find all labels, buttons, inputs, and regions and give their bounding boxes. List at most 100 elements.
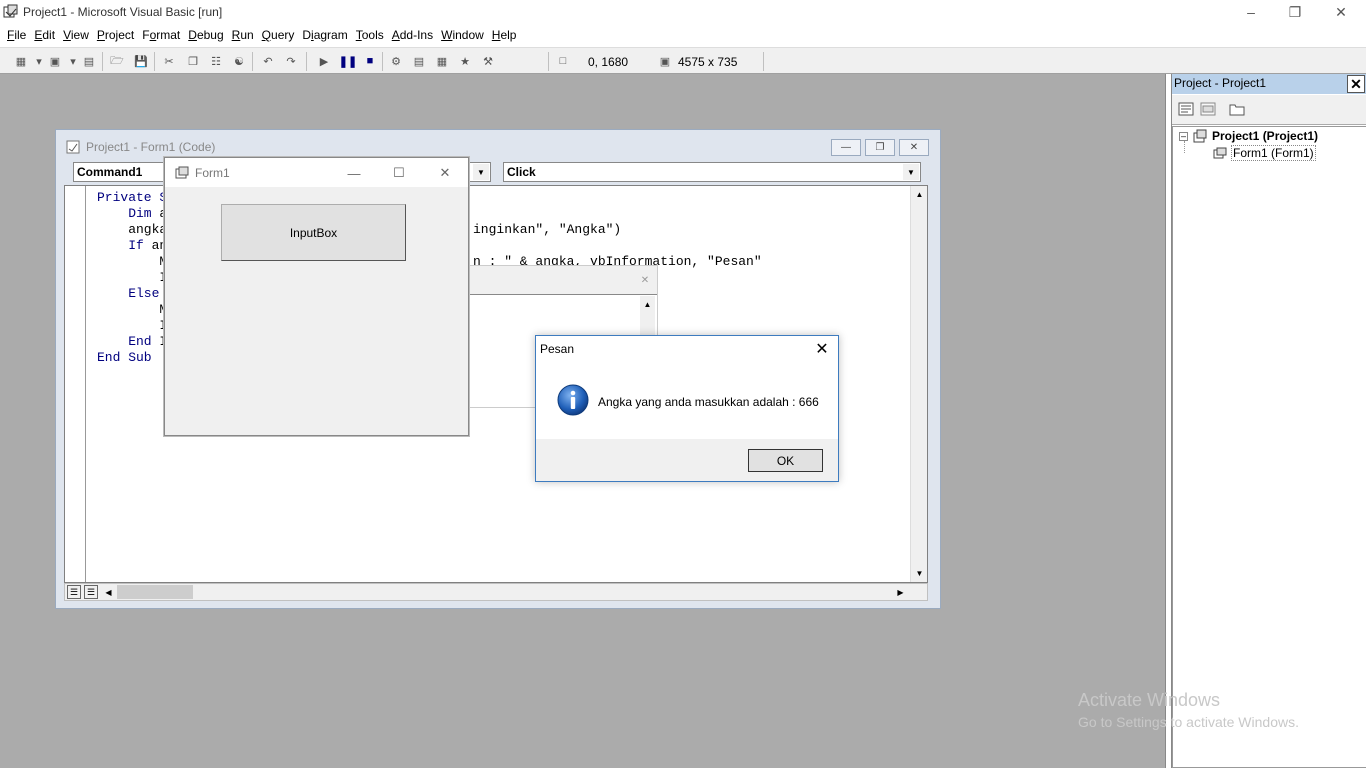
code-line: Else xyxy=(97,286,160,301)
menu-window[interactable]: Window xyxy=(438,28,487,42)
form-layout-icon[interactable]: ▦ xyxy=(433,53,451,69)
scroll-up-icon[interactable]: ▲ xyxy=(911,186,928,203)
view-object-icon[interactable] xyxy=(1200,102,1216,116)
project-explorer-title: Project - Project1 xyxy=(1172,74,1366,94)
title-bar: Project1 - Microsoft Visual Basic [run] … xyxy=(0,0,1366,24)
inputbox-button[interactable]: InputBox xyxy=(221,204,406,261)
close-icon[interactable]: ✕ xyxy=(637,272,653,288)
form1-window: Form1 — ☐ ✕ InputBox xyxy=(164,157,469,436)
menu-view[interactable]: View xyxy=(60,28,92,42)
menu-file[interactable]: File xyxy=(4,28,29,42)
code-text[interactable]: Private S Dim a angka If an M I Else M I… xyxy=(97,190,167,366)
toolbar-separator xyxy=(382,52,383,71)
toolbar-separator xyxy=(154,52,155,71)
code-window-icon xyxy=(66,140,80,154)
add-form-icon[interactable]: ▣ xyxy=(46,53,64,69)
menu-diagram[interactable]: Diagram xyxy=(299,28,350,42)
toolbar-separator xyxy=(548,52,549,71)
project-explorer-toolbar xyxy=(1172,95,1366,125)
toolbox-icon[interactable]: ⚒ xyxy=(479,53,497,69)
project-explorer-close-icon[interactable]: ✕ xyxy=(1347,75,1365,93)
window-title: Project1 - Microsoft Visual Basic [run] xyxy=(23,5,223,19)
restore-button[interactable]: ❐ xyxy=(1272,0,1318,24)
procedure-combo-value: Click xyxy=(507,165,536,179)
open-project-icon[interactable]: 🗁 xyxy=(108,53,126,69)
code-line: Private S xyxy=(97,190,168,205)
vertical-scrollbar[interactable]: ▲ ▼ xyxy=(910,186,927,582)
position-icon: □ xyxy=(559,55,567,67)
menu-run[interactable]: Run xyxy=(229,28,257,42)
scroll-down-icon[interactable]: ▼ xyxy=(911,565,928,582)
toggle-folders-icon[interactable] xyxy=(1229,102,1245,116)
toolbar-separator xyxy=(763,52,764,71)
object-browser-icon[interactable]: ★ xyxy=(456,53,474,69)
msgbox-title: Pesan xyxy=(540,342,575,356)
message-box: Pesan ✕ Angka yang anda masukkan adalah … xyxy=(535,335,839,482)
code-line: End I xyxy=(97,334,168,349)
tree-node-form1[interactable]: Form1 (Form1) xyxy=(1213,145,1316,161)
end-icon[interactable]: ■ xyxy=(361,53,379,69)
tree-node-project[interactable]: – Project1 (Project1) xyxy=(1179,129,1318,143)
form-icon xyxy=(175,166,189,179)
menu-tools[interactable]: Tools xyxy=(353,28,387,42)
undo-icon[interactable]: ↶ xyxy=(259,53,277,69)
form-icon xyxy=(1213,147,1227,159)
close-button[interactable]: ✕ xyxy=(1318,0,1364,24)
procedure-view-icon[interactable]: ☰ xyxy=(67,585,81,599)
procedure-combo[interactable]: Click ▼ xyxy=(503,162,921,182)
project-explorer-icon[interactable]: ⚙ xyxy=(387,53,405,69)
scroll-right-icon[interactable]: ▶ xyxy=(892,584,909,600)
menu-addins[interactable]: Add-Ins xyxy=(389,28,436,42)
horizontal-scrollbar[interactable]: ☰ ☰ ◀ ▶ xyxy=(64,583,928,601)
code-window-title: Project1 - Form1 (Code) xyxy=(86,140,216,154)
ok-button[interactable]: OK xyxy=(748,449,823,472)
collapse-icon[interactable]: – xyxy=(1179,131,1188,141)
project-icon xyxy=(1193,129,1207,143)
chevron-down-icon[interactable]: ▼ xyxy=(473,164,489,180)
view-code-icon[interactable] xyxy=(1178,102,1194,116)
standard-toolbar: ▦ ▾ ▣ ▾ ▤ 🗁 💾 ✂ ❐ ☷ ☯ ↶ ↷ ▶ ❚❚ ■ ⚙ ▤ ▦ ★… xyxy=(0,47,1366,74)
activation-watermark-text: Go to Settings to activate Windows. xyxy=(1078,714,1299,730)
find-icon[interactable]: ☯ xyxy=(230,53,248,69)
menu-debug[interactable]: Debug xyxy=(185,28,226,42)
paste-icon[interactable]: ☷ xyxy=(207,53,225,69)
position-readout: 0, 1680 xyxy=(588,55,629,69)
code-restore-button[interactable]: ❐ xyxy=(865,139,895,156)
activation-watermark-heading: Activate Windows xyxy=(1078,690,1221,710)
full-module-view-icon[interactable]: ☰ xyxy=(84,585,98,599)
code-line: M xyxy=(97,302,168,317)
chevron-down-icon[interactable]: ▼ xyxy=(903,164,919,180)
copy-icon[interactable]: ❐ xyxy=(184,53,202,69)
tree-connector xyxy=(1184,141,1185,153)
save-project-icon[interactable]: 💾 xyxy=(132,53,150,69)
menu-edit[interactable]: Edit xyxy=(31,28,58,42)
redo-icon[interactable]: ↷ xyxy=(282,53,300,69)
scroll-thumb[interactable] xyxy=(117,585,193,599)
msgbox-message: Angka yang anda masukkan adalah : 666 xyxy=(598,395,819,409)
code-minimize-button[interactable]: — xyxy=(831,139,861,156)
code-line: angka xyxy=(97,222,168,237)
scroll-up-icon[interactable]: ▲ xyxy=(640,296,655,313)
form-close-button[interactable]: ✕ xyxy=(430,163,460,183)
form-minimize-button[interactable]: — xyxy=(339,163,369,183)
add-project-icon[interactable]: ▦ xyxy=(12,53,30,69)
menu-editor-icon[interactable]: ▤ xyxy=(80,53,98,69)
menu-format[interactable]: Format xyxy=(139,28,183,42)
minimize-button[interactable]: – xyxy=(1228,0,1274,24)
menu-help[interactable]: Help xyxy=(489,28,520,42)
start-icon[interactable]: ▶ xyxy=(315,53,333,69)
break-icon[interactable]: ❚❚ xyxy=(339,53,357,69)
vertical-scrollbar[interactable]: ▲ xyxy=(640,296,655,336)
menu-query[interactable]: Query xyxy=(259,28,298,42)
margin-indicator-bar xyxy=(65,186,86,582)
form-maximize-button[interactable]: ☐ xyxy=(384,163,414,183)
toolbar-separator xyxy=(252,52,253,71)
properties-window-icon[interactable]: ▤ xyxy=(410,53,428,69)
code-close-button[interactable]: ✕ xyxy=(899,139,929,156)
cut-icon[interactable]: ✂ xyxy=(160,53,178,69)
project-explorer: Project - Project1 ✕ – Project1 (Project… xyxy=(1171,74,1366,768)
msgbox-close-button[interactable]: ✕ xyxy=(812,339,832,359)
menu-project[interactable]: Project xyxy=(94,28,137,42)
scroll-left-icon[interactable]: ◀ xyxy=(100,584,117,600)
form1-tree-label: Form1 (Form1) xyxy=(1231,145,1316,161)
